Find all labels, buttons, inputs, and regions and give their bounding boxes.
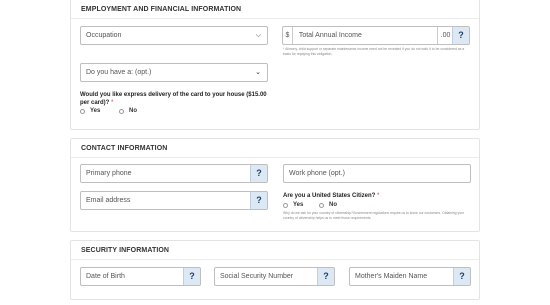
contact-divider — [71, 157, 479, 158]
express-yes-option[interactable]: Yes — [80, 108, 100, 114]
radio-button[interactable] — [80, 108, 85, 114]
ssn-help-icon[interactable]: ? — [317, 268, 334, 285]
yes-label: Yes — [293, 202, 304, 208]
ssn-placeholder: Social Security Number — [220, 273, 294, 280]
employment-section-title: EMPLOYMENT AND FINANCIAL INFORMATION — [81, 6, 242, 13]
radio-button[interactable] — [319, 202, 324, 208]
citizen-note: Why do we ask for your country of citize… — [283, 211, 465, 220]
income-note: * Alimony, child support or separate mai… — [283, 47, 465, 56]
chevron-down-icon: ⌵ — [255, 32, 261, 39]
radio-button[interactable] — [119, 108, 124, 114]
no-label: No — [329, 202, 337, 208]
express-question-text: Would you like express delivery of the c… — [80, 92, 267, 106]
express-question: Would you like express delivery of the c… — [80, 91, 270, 107]
income-placeholder: Total Annual Income — [298, 32, 362, 39]
income-cents: .00 — [437, 27, 451, 44]
email-input[interactable]: Email address ? — [80, 191, 268, 210]
express-no-option[interactable]: No — [119, 108, 137, 114]
have-select[interactable]: Do you have a: (opt.) ⌄ — [80, 63, 268, 82]
required-mark: * — [377, 193, 380, 199]
employment-divider — [71, 18, 479, 19]
have-placeholder: Do you have a: (opt.) — [86, 69, 152, 76]
dob-input[interactable]: Date of Birth ? — [80, 267, 201, 286]
citizen-question: Are you a United States Citizen? * — [283, 192, 473, 200]
maiden-name-input[interactable]: Mother's Maiden Name ? — [349, 267, 471, 286]
occupation-placeholder: Occupation — [86, 32, 122, 39]
security-section: SECURITY INFORMATION Date of Birth ? Soc… — [70, 240, 480, 300]
occupation-select[interactable]: Occupation ⌵ — [80, 26, 268, 45]
dob-placeholder: Date of Birth — [86, 273, 125, 280]
security-divider — [71, 259, 479, 260]
work-phone-input[interactable]: Work phone (opt.) — [283, 164, 471, 183]
required-mark: * — [111, 100, 114, 106]
ssn-input[interactable]: Social Security Number ? — [214, 267, 335, 286]
employment-section: EMPLOYMENT AND FINANCIAL INFORMATION Occ… — [70, 0, 480, 130]
primary-phone-input[interactable]: Primary phone ? — [80, 164, 268, 183]
dob-help-icon[interactable]: ? — [183, 268, 200, 285]
security-section-title: SECURITY INFORMATION — [81, 247, 170, 254]
no-label: No — [129, 108, 137, 114]
currency-symbol: $ — [283, 27, 293, 44]
income-help-icon[interactable]: ? — [452, 27, 469, 44]
radio-button[interactable] — [283, 202, 288, 208]
citizen-no-option[interactable]: No — [319, 202, 337, 208]
primary-phone-help-icon[interactable]: ? — [250, 165, 267, 182]
citizen-yes-option[interactable]: Yes — [283, 202, 303, 208]
work-phone-placeholder: Work phone (opt.) — [289, 170, 345, 177]
primary-phone-placeholder: Primary phone — [86, 170, 132, 177]
contact-section: CONTACT INFORMATION Primary phone ? Work… — [70, 138, 480, 232]
maiden-name-help-icon[interactable]: ? — [453, 268, 470, 285]
email-help-icon[interactable]: ? — [250, 192, 267, 209]
chevron-down-icon: ⌄ — [255, 69, 261, 76]
citizen-question-text: Are you a United States Citizen? — [283, 193, 376, 199]
income-input[interactable]: $ Total Annual Income .00 ? — [282, 26, 470, 45]
maiden-name-placeholder: Mother's Maiden Name — [355, 273, 428, 280]
yes-label: Yes — [90, 108, 101, 114]
contact-section-title: CONTACT INFORMATION — [81, 145, 168, 152]
email-placeholder: Email address — [86, 197, 131, 204]
